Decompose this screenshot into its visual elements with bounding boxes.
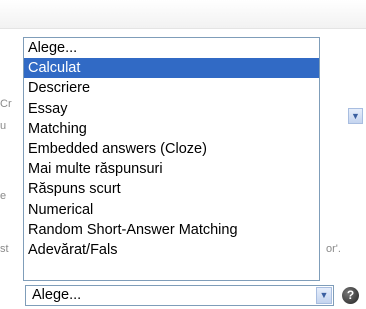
question-type-select-value: Alege... <box>32 287 82 303</box>
option-mai-multe-r-spunsuri[interactable]: Mai multe răspunsuri <box>24 159 319 179</box>
option-alege[interactable]: Alege... <box>24 38 319 58</box>
help-icon[interactable]: ? <box>342 287 359 304</box>
option-random-short-answer-matching[interactable]: Random Short-Answer Matching <box>24 220 319 240</box>
option-embedded-answers-cloze[interactable]: Embedded answers (Cloze) <box>24 139 319 159</box>
option-descriere[interactable]: Descriere <box>24 78 319 98</box>
option-matching[interactable]: Matching <box>24 119 319 139</box>
top-bar <box>0 0 366 29</box>
option-numerical[interactable]: Numerical <box>24 200 319 220</box>
bg-text-u: u <box>0 120 7 132</box>
option-adev-rat-fals[interactable]: Adevărat/Fals <box>24 240 319 260</box>
background-dropdown-arrow[interactable]: ▼ <box>348 108 363 124</box>
bg-text-e: e <box>0 190 7 202</box>
option-calculat[interactable]: Calculat <box>24 58 319 79</box>
question-type-listbox[interactable]: Alege... Calculat Descriere Essay Matching Em… <box>23 37 320 281</box>
chevron-down-icon[interactable]: ▼ <box>316 287 332 304</box>
option-r-spuns-scurt[interactable]: Răspuns scurt <box>24 179 319 199</box>
option-essay[interactable]: Essay <box>24 99 319 119</box>
bg-text-st: st <box>0 243 9 255</box>
question-type-select[interactable]: Alege... ▼ <box>25 285 334 306</box>
bg-text-or: or'. <box>326 243 341 255</box>
bg-text-cr: Cr <box>0 98 12 110</box>
